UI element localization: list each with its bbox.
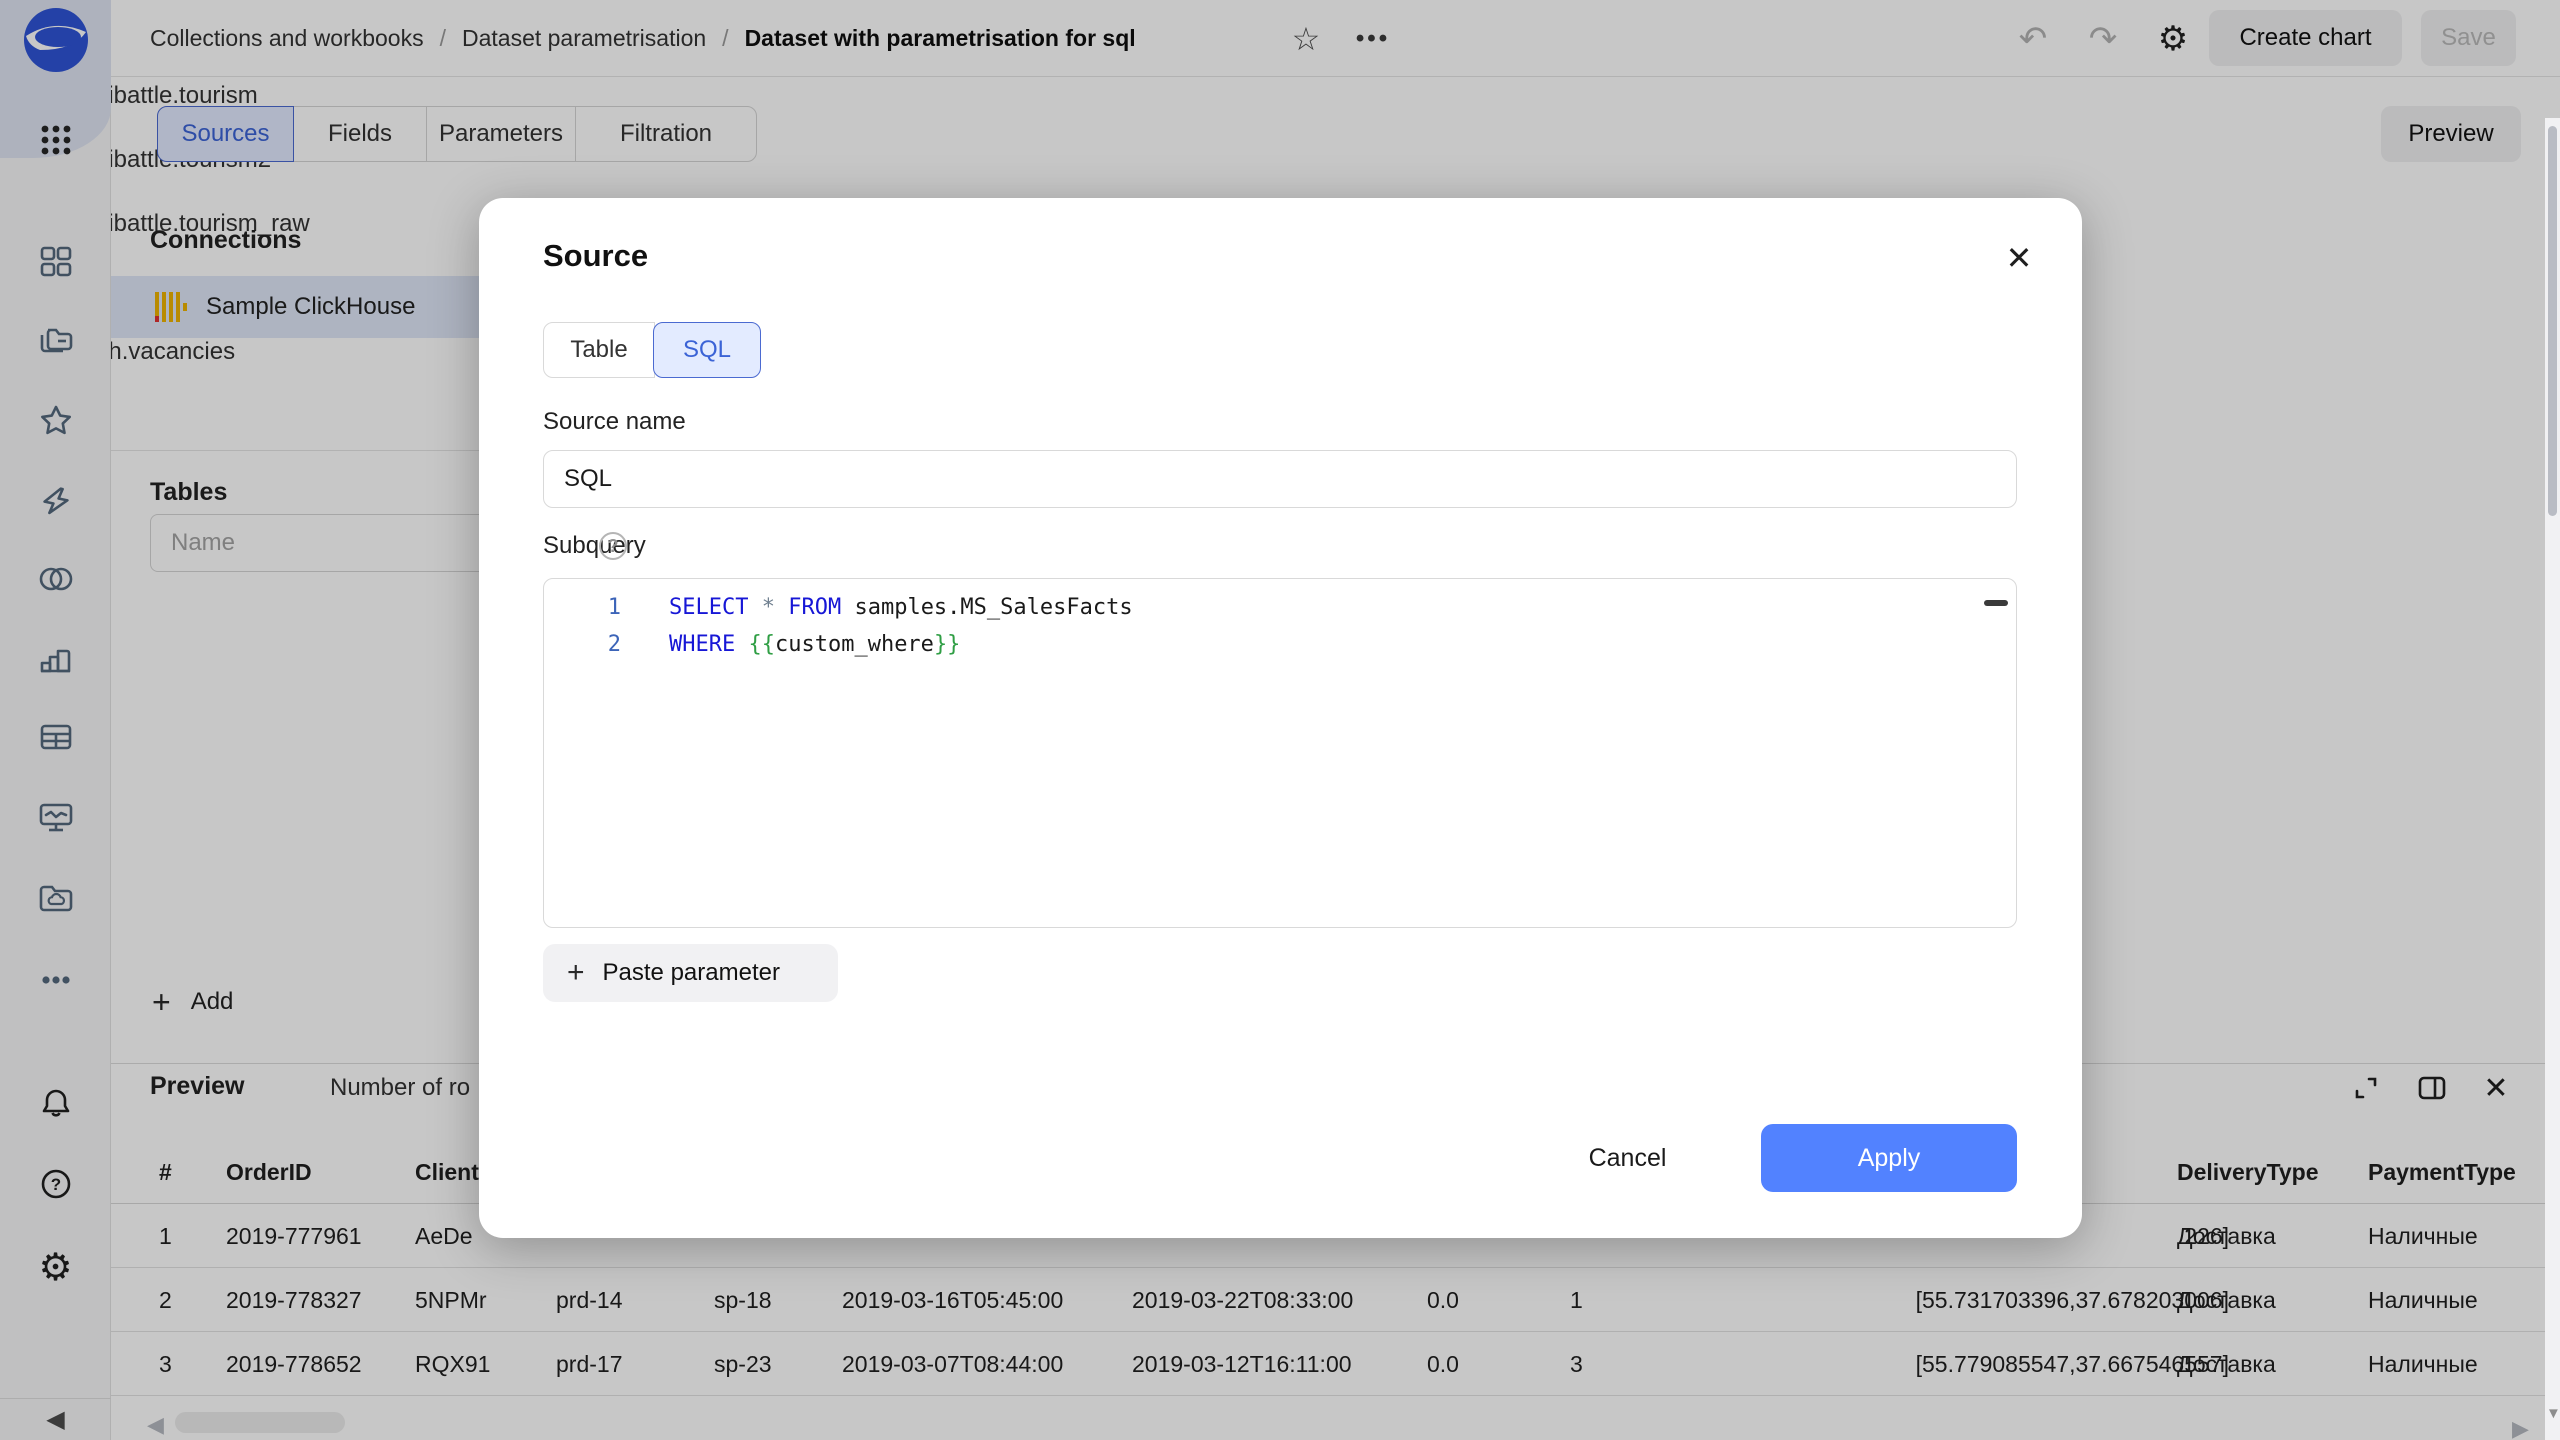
plus-icon: + bbox=[567, 956, 585, 990]
scroll-down-icon[interactable]: ▼ bbox=[2546, 1405, 2560, 1422]
toggle-option-sql[interactable]: SQL bbox=[653, 322, 761, 378]
subquery-label: Subquery bbox=[543, 532, 646, 560]
code-text: SELECT * FROM samples.MS_SalesFacts bbox=[669, 595, 1133, 620]
toggle-option-table[interactable]: Table bbox=[543, 322, 655, 378]
page-scrollbar[interactable]: ▼ bbox=[2545, 118, 2560, 1440]
modal-title: Source bbox=[543, 238, 648, 274]
code-token: SELECT bbox=[669, 595, 748, 620]
code-line: 2 WHERE {{custom_where}} bbox=[544, 626, 2016, 663]
code-token bbox=[735, 632, 748, 657]
apply-button[interactable]: Apply bbox=[1761, 1124, 2017, 1192]
help-icon[interactable]: ? bbox=[599, 532, 627, 560]
code-token: }} bbox=[934, 632, 961, 657]
line-number: 2 bbox=[544, 632, 621, 657]
line-number: 1 bbox=[544, 595, 621, 620]
source-name-label: Source name bbox=[543, 408, 686, 436]
subquery-code-editor[interactable]: 1 SELECT * FROM samples.MS_SalesFacts 2 WHE… bbox=[543, 578, 2017, 928]
paste-parameter-button[interactable]: + Paste parameter bbox=[543, 944, 838, 1002]
code-token: {{ bbox=[748, 632, 775, 657]
code-token: custom_where bbox=[775, 632, 934, 657]
code-token: * bbox=[748, 595, 788, 620]
page-scrollbar-thumb[interactable] bbox=[2548, 126, 2557, 516]
editor-overview-marker bbox=[1984, 600, 2008, 606]
close-icon[interactable]: ✕ bbox=[1997, 236, 2041, 280]
code-line: 1 SELECT * FROM samples.MS_SalesFacts bbox=[544, 589, 2016, 626]
code-text: WHERE {{custom_where}} bbox=[669, 632, 960, 657]
code-token: FROM bbox=[788, 595, 841, 620]
source-name-input[interactable] bbox=[543, 450, 2017, 508]
code-token: samples.MS_SalesFacts bbox=[841, 595, 1132, 620]
source-modal: Source ✕ Table SQL Source name Subquery … bbox=[479, 198, 2082, 1238]
code-token: WHERE bbox=[669, 632, 735, 657]
source-type-toggle: Table SQL bbox=[543, 322, 761, 378]
cancel-button[interactable]: Cancel bbox=[1545, 1124, 1710, 1192]
